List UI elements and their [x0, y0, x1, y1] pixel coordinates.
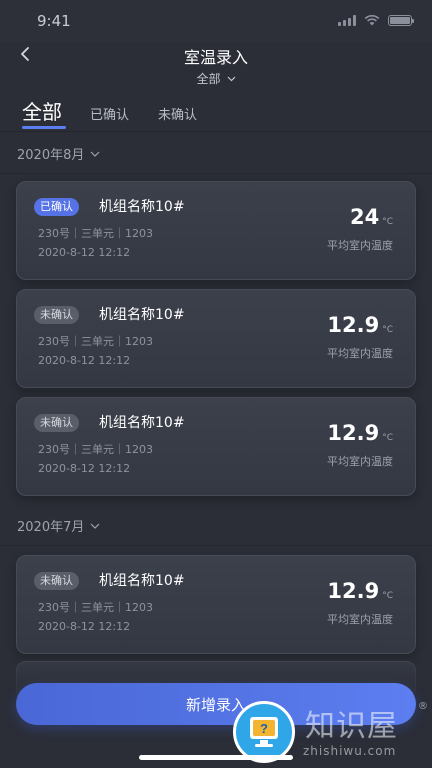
temperature-label: 平均室内温度 [327, 455, 393, 468]
record-card[interactable]: 未确认 机组名称10# 230号｜三单元｜1203 2020-8-12 12:1… [16, 555, 416, 654]
temperature-label: 平均室内温度 [327, 347, 393, 360]
chevron-down-icon [90, 151, 100, 157]
watermark-registered: ® [418, 701, 428, 712]
active-tab-indicator [22, 126, 66, 129]
chevron-down-icon [227, 76, 235, 81]
home-indicator [139, 755, 293, 760]
unit-name: 机组名称10# [99, 415, 185, 431]
tab-all[interactable]: 全部 [22, 96, 62, 125]
record-date: 2020-8-12 12:12 [38, 462, 131, 475]
record-card[interactable]: 已确认 机组名称10# 230号｜三单元｜1203 2020-8-12 12:1… [16, 181, 416, 280]
temperature: 24 °C [350, 205, 393, 229]
temperature: 12.9 °C [327, 421, 393, 445]
status-badge: 已确认 [34, 198, 79, 216]
temperature-value: 12.9 [327, 313, 380, 337]
temperature-value: 12.9 [327, 579, 380, 603]
status-icons [338, 15, 414, 26]
monitor-question-icon: ? [250, 717, 278, 747]
section-header-august[interactable]: 2020年8月 [0, 134, 432, 174]
record-date: 2020-8-12 12:12 [38, 354, 131, 367]
temperature-label: 平均室内温度 [327, 239, 393, 252]
watermark-url: zhishiwu.com [303, 744, 397, 758]
wifi-icon [364, 15, 380, 26]
battery-icon [388, 15, 414, 26]
cellular-signal-icon [338, 15, 356, 26]
tab-unconfirmed[interactable]: 未确认 [158, 104, 197, 123]
unit-name: 机组名称10# [99, 573, 185, 589]
section-header-july[interactable]: 2020年7月 [0, 506, 432, 546]
temperature-unit: °C [382, 217, 393, 227]
record-date: 2020-8-12 12:12 [38, 620, 131, 633]
filter-dropdown[interactable]: 全部 [0, 70, 432, 87]
tab-confirmed[interactable]: 已确认 [90, 104, 129, 123]
temperature-label: 平均室内温度 [327, 613, 393, 626]
record-date: 2020-8-12 12:12 [38, 246, 131, 259]
watermark-logo: ? [233, 701, 295, 763]
status-badge: 未确认 [34, 572, 79, 590]
record-card[interactable]: 未确认 机组名称10# 230号｜三单元｜1203 2020-8-12 12:1… [16, 397, 416, 496]
watermark-text: 知识屋 [305, 709, 398, 744]
status-time: 9:41 [37, 12, 71, 30]
temperature-value: 24 [349, 205, 380, 229]
temperature-unit: °C [382, 325, 393, 335]
unit-name: 机组名称10# [99, 307, 185, 323]
temperature-value: 12.9 [327, 421, 380, 445]
temperature-unit: °C [382, 433, 393, 443]
unit-name: 机组名称10# [99, 199, 185, 215]
temperature: 12.9 °C [327, 579, 393, 603]
tab-bar: 全部 已确认 未确认 [0, 92, 432, 132]
temperature-unit: °C [382, 591, 393, 601]
address: 230号｜三单元｜1203 [38, 227, 153, 240]
filter-label: 全部 [196, 72, 221, 86]
status-bar: 9:41 [0, 0, 432, 42]
svg-text:?: ? [260, 721, 268, 736]
nav-header: 室温录入 全部 [0, 42, 432, 92]
chevron-down-icon [90, 523, 100, 529]
status-badge: 未确认 [34, 414, 79, 432]
record-card[interactable]: 未确认 机组名称10# 230号｜三单元｜1203 2020-8-12 12:1… [16, 289, 416, 388]
status-badge: 未确认 [34, 306, 79, 324]
address: 230号｜三单元｜1203 [38, 443, 153, 456]
address: 230号｜三单元｜1203 [38, 335, 153, 348]
section-month: 2020年7月 [17, 520, 85, 535]
temperature: 12.9 °C [327, 313, 393, 337]
address: 230号｜三单元｜1203 [38, 601, 153, 614]
section-month: 2020年8月 [17, 148, 85, 163]
page-title: 室温录入 [183, 48, 248, 67]
